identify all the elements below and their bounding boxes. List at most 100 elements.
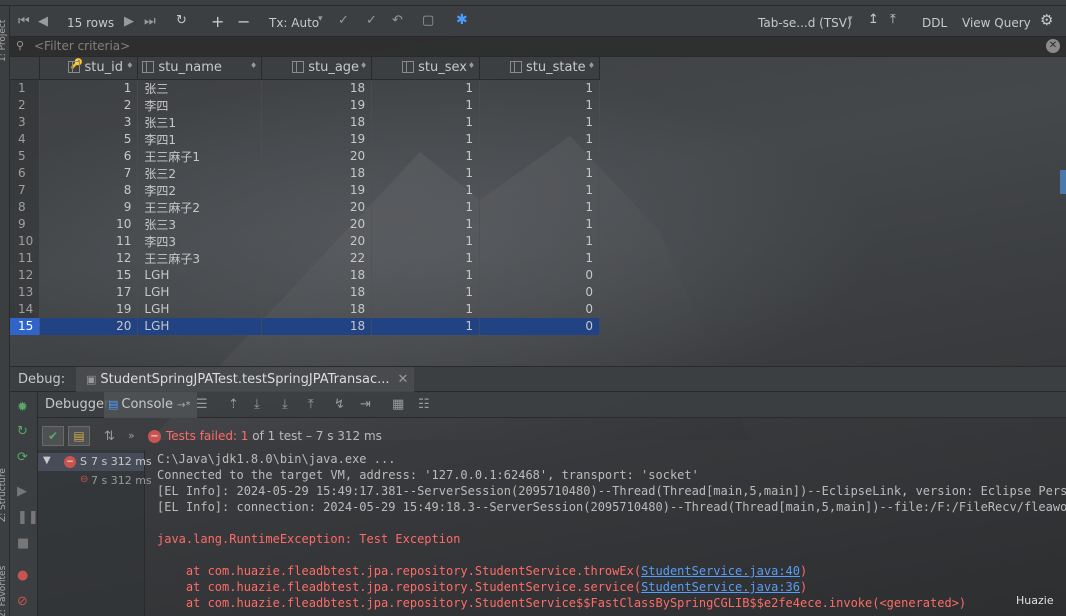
stu-sex-cell[interactable]: 1 (371, 266, 481, 284)
row-number-cell[interactable]: 3 (10, 113, 41, 131)
table-row[interactable]: 1 1 张三 18 1 1 (10, 79, 600, 97)
source-link[interactable]: StudentService.java:40 (641, 564, 800, 578)
export-format-select[interactable]: Tab-se...d (TSV) (758, 16, 852, 30)
row-number-cell[interactable]: 9 (10, 215, 41, 233)
stu-state-cell[interactable]: 0 (479, 266, 600, 284)
table-row[interactable]: 2 2 李四 19 1 1 (10, 96, 600, 114)
row-number-cell[interactable]: 13 (10, 283, 41, 301)
stu-age-cell[interactable]: 22 (261, 249, 373, 267)
stu-age-cell[interactable]: 20 (261, 147, 373, 165)
pin-icon[interactable]: ✱ (456, 12, 468, 28)
stu-name-cell[interactable]: 张三1 (137, 113, 263, 131)
project-tool-label[interactable]: 1: Project (0, 20, 8, 62)
ddl-button[interactable]: DDL (922, 16, 947, 30)
step-over-icon[interactable]: ⤓ (254, 397, 260, 412)
stu-id-cell[interactable]: 12 (39, 249, 139, 267)
table-row[interactable]: 6 7 张三2 18 1 1 (10, 164, 600, 182)
more-icon[interactable]: » (128, 429, 135, 442)
stu-id-cell[interactable]: 11 (39, 232, 139, 250)
stu-sex-cell[interactable]: 1 (371, 130, 481, 148)
stu-sex-cell[interactable]: 1 (371, 249, 481, 267)
stu-id-cell[interactable]: 17 (39, 283, 139, 301)
format-dropdown-chevron-icon[interactable]: ▾ (848, 14, 853, 24)
stu-id-cell[interactable]: 5 (39, 130, 139, 148)
stu-name-cell[interactable]: 王三麻子2 (137, 198, 263, 216)
stu-sex-cell[interactable]: 1 (371, 215, 481, 233)
row-number-cell[interactable]: 4 (10, 130, 41, 148)
table-row[interactable]: 13 17 LGH 18 1 0 (10, 283, 600, 301)
next-page-icon[interactable]: ▶ (124, 14, 134, 29)
stu-id-cell[interactable]: 15 (39, 266, 139, 284)
table-row[interactable]: 5 6 王三麻子1 20 1 1 (10, 147, 600, 165)
stu-name-cell[interactable]: LGH (137, 283, 263, 301)
resume-icon[interactable]: ▶ (17, 484, 27, 499)
filter-criteria-input[interactable]: <Filter criteria> (34, 39, 130, 53)
stu-age-cell[interactable]: 19 (261, 96, 373, 114)
stu-name-cell[interactable]: LGH (137, 317, 263, 335)
row-number-cell[interactable]: 6 (10, 164, 41, 182)
row-number-cell[interactable]: 7 (10, 181, 41, 199)
stu-age-cell[interactable]: 18 (261, 113, 373, 131)
sort-icon[interactable]: ♦ (250, 61, 257, 70)
stu-state-cell[interactable]: 0 (479, 317, 600, 335)
row-number-cell[interactable]: 2 (10, 96, 41, 114)
sort-icon[interactable]: ♦ (588, 61, 595, 70)
stu-state-cell[interactable]: 1 (479, 249, 600, 267)
table-row[interactable]: 7 8 李四2 19 1 1 (10, 181, 600, 199)
table-row[interactable]: 4 5 李四1 19 1 1 (10, 130, 600, 148)
stu-age-cell[interactable]: 20 (261, 232, 373, 250)
tree-item-suite[interactable]: ▼ − S 7 s 312 ms (38, 453, 152, 471)
stu-age-cell[interactable]: 20 (261, 198, 373, 216)
column-header-stu-id[interactable]: 🔑 stu_id ♦ (39, 57, 139, 80)
stu-state-cell[interactable]: 0 (479, 283, 600, 301)
stu-state-cell[interactable]: 1 (479, 147, 600, 165)
layout-icon[interactable]: ☰ (196, 397, 208, 412)
run-to-cursor-icon[interactable]: ⇥ (360, 397, 371, 412)
table-row[interactable]: 15 20 LGH 18 1 0 (10, 317, 600, 335)
stop-icon[interactable]: ■ (17, 536, 29, 551)
stu-name-cell[interactable]: 王三麻子1 (137, 147, 263, 165)
pause-icon[interactable]: ❚❚ (17, 510, 39, 525)
table-row[interactable]: 14 19 LGH 18 1 0 (10, 300, 600, 318)
rerun-failed-icon[interactable]: ⟳ (17, 450, 28, 465)
stu-name-cell[interactable]: 张三 (137, 79, 263, 97)
add-row-icon[interactable]: + (211, 12, 224, 31)
stu-age-cell[interactable]: 18 (261, 79, 373, 97)
rows-count-label[interactable]: 15 rows (67, 16, 114, 30)
stu-name-cell[interactable]: 张三2 (137, 164, 263, 182)
source-link[interactable]: StudentService.java:36 (641, 580, 800, 594)
stu-name-cell[interactable]: LGH (137, 300, 263, 318)
expand-chevron-icon[interactable]: ▼ (43, 455, 51, 466)
stu-state-cell[interactable]: 1 (479, 198, 600, 216)
step-out-icon[interactable]: ⤒ (308, 397, 314, 412)
rollback-icon[interactable]: ↶ (392, 13, 403, 28)
last-page-icon[interactable]: ⏭ (144, 14, 156, 29)
export-icon[interactable]: ↥ (868, 12, 879, 27)
tree-item-test[interactable]: ⊖ 7 s 312 ms (38, 472, 152, 490)
sort-icon[interactable]: ♦ (468, 61, 475, 70)
stu-state-cell[interactable]: 1 (479, 181, 600, 199)
stu-state-cell[interactable]: 1 (479, 96, 600, 114)
stu-name-cell[interactable]: 王三麻子3 (137, 249, 263, 267)
row-number-cell[interactable]: 14 (10, 300, 41, 318)
stu-id-cell[interactable]: 19 (39, 300, 139, 318)
stu-id-cell[interactable]: 9 (39, 198, 139, 216)
stu-name-cell[interactable]: 李四2 (137, 181, 263, 199)
cancel-icon[interactable]: ▢ (422, 13, 434, 28)
stu-sex-cell[interactable]: 1 (371, 96, 481, 114)
stu-sex-cell[interactable]: 1 (371, 283, 481, 301)
stu-id-cell[interactable]: 10 (39, 215, 139, 233)
structure-tool-label[interactable]: Z: Structure (0, 468, 8, 522)
column-header-stu-age[interactable]: stu_age ♦ (261, 57, 373, 80)
table-row[interactable]: 12 15 LGH 18 1 0 (10, 266, 600, 284)
transaction-mode-select[interactable]: Tx: Auto (269, 16, 319, 30)
stu-name-cell[interactable]: LGH (137, 266, 263, 284)
stu-state-cell[interactable]: 1 (479, 232, 600, 250)
drop-frame-icon[interactable]: ↯ (334, 397, 345, 412)
stu-age-cell[interactable]: 18 (261, 317, 373, 335)
stu-id-cell[interactable]: 7 (39, 164, 139, 182)
row-number-cell[interactable]: 12 (10, 266, 41, 284)
checkmark-icon[interactable]: ✓ (366, 13, 377, 28)
tx-dropdown-chevron-icon[interactable]: ▾ (318, 14, 323, 24)
stu-sex-cell[interactable]: 1 (371, 317, 481, 335)
